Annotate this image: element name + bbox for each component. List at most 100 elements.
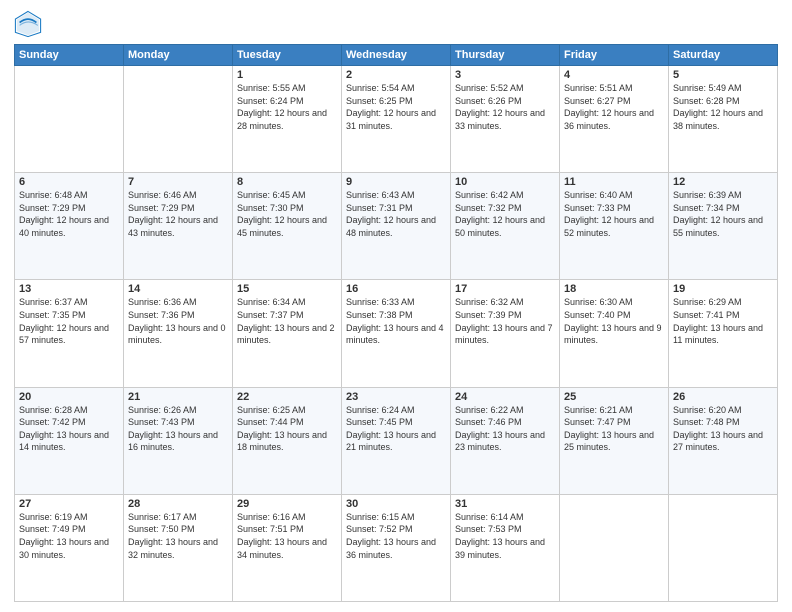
- calendar-week-5: 27Sunrise: 6:19 AM Sunset: 7:49 PM Dayli…: [15, 494, 778, 601]
- day-number: 8: [237, 176, 337, 188]
- calendar-cell: 15Sunrise: 6:34 AM Sunset: 7:37 PM Dayli…: [233, 280, 342, 387]
- calendar-header-monday: Monday: [124, 45, 233, 66]
- day-info: Sunrise: 6:29 AM Sunset: 7:41 PM Dayligh…: [673, 296, 773, 346]
- day-number: 30: [346, 498, 446, 510]
- day-number: 20: [19, 391, 119, 403]
- logo-icon: [14, 10, 42, 38]
- calendar-header-tuesday: Tuesday: [233, 45, 342, 66]
- day-info: Sunrise: 6:37 AM Sunset: 7:35 PM Dayligh…: [19, 296, 119, 346]
- day-number: 12: [673, 176, 773, 188]
- calendar-week-2: 6Sunrise: 6:48 AM Sunset: 7:29 PM Daylig…: [15, 173, 778, 280]
- calendar-cell: 28Sunrise: 6:17 AM Sunset: 7:50 PM Dayli…: [124, 494, 233, 601]
- calendar-cell: 13Sunrise: 6:37 AM Sunset: 7:35 PM Dayli…: [15, 280, 124, 387]
- calendar-header-sunday: Sunday: [15, 45, 124, 66]
- day-info: Sunrise: 6:40 AM Sunset: 7:33 PM Dayligh…: [564, 189, 664, 239]
- day-info: Sunrise: 6:32 AM Sunset: 7:39 PM Dayligh…: [455, 296, 555, 346]
- day-number: 24: [455, 391, 555, 403]
- day-number: 26: [673, 391, 773, 403]
- day-number: 28: [128, 498, 228, 510]
- calendar-cell: 2Sunrise: 5:54 AM Sunset: 6:25 PM Daylig…: [342, 66, 451, 173]
- calendar-week-3: 13Sunrise: 6:37 AM Sunset: 7:35 PM Dayli…: [15, 280, 778, 387]
- calendar-cell: 11Sunrise: 6:40 AM Sunset: 7:33 PM Dayli…: [560, 173, 669, 280]
- calendar-cell: 26Sunrise: 6:20 AM Sunset: 7:48 PM Dayli…: [669, 387, 778, 494]
- calendar-cell: 19Sunrise: 6:29 AM Sunset: 7:41 PM Dayli…: [669, 280, 778, 387]
- day-number: 1: [237, 69, 337, 81]
- calendar-header-wednesday: Wednesday: [342, 45, 451, 66]
- calendar-week-4: 20Sunrise: 6:28 AM Sunset: 7:42 PM Dayli…: [15, 387, 778, 494]
- day-info: Sunrise: 6:36 AM Sunset: 7:36 PM Dayligh…: [128, 296, 228, 346]
- calendar-cell: 10Sunrise: 6:42 AM Sunset: 7:32 PM Dayli…: [451, 173, 560, 280]
- day-info: Sunrise: 6:45 AM Sunset: 7:30 PM Dayligh…: [237, 189, 337, 239]
- calendar-header-thursday: Thursday: [451, 45, 560, 66]
- calendar-cell: 3Sunrise: 5:52 AM Sunset: 6:26 PM Daylig…: [451, 66, 560, 173]
- calendar-header-row: SundayMondayTuesdayWednesdayThursdayFrid…: [15, 45, 778, 66]
- day-info: Sunrise: 6:48 AM Sunset: 7:29 PM Dayligh…: [19, 189, 119, 239]
- calendar-cell: 22Sunrise: 6:25 AM Sunset: 7:44 PM Dayli…: [233, 387, 342, 494]
- calendar-week-1: 1Sunrise: 5:55 AM Sunset: 6:24 PM Daylig…: [15, 66, 778, 173]
- day-info: Sunrise: 5:49 AM Sunset: 6:28 PM Dayligh…: [673, 82, 773, 132]
- day-number: 15: [237, 283, 337, 295]
- calendar-cell: [124, 66, 233, 173]
- day-info: Sunrise: 6:20 AM Sunset: 7:48 PM Dayligh…: [673, 404, 773, 454]
- calendar-cell: 18Sunrise: 6:30 AM Sunset: 7:40 PM Dayli…: [560, 280, 669, 387]
- calendar-cell: 12Sunrise: 6:39 AM Sunset: 7:34 PM Dayli…: [669, 173, 778, 280]
- day-info: Sunrise: 6:42 AM Sunset: 7:32 PM Dayligh…: [455, 189, 555, 239]
- day-info: Sunrise: 6:33 AM Sunset: 7:38 PM Dayligh…: [346, 296, 446, 346]
- day-number: 17: [455, 283, 555, 295]
- day-info: Sunrise: 6:22 AM Sunset: 7:46 PM Dayligh…: [455, 404, 555, 454]
- day-number: 31: [455, 498, 555, 510]
- calendar-cell: 16Sunrise: 6:33 AM Sunset: 7:38 PM Dayli…: [342, 280, 451, 387]
- day-number: 11: [564, 176, 664, 188]
- day-info: Sunrise: 6:28 AM Sunset: 7:42 PM Dayligh…: [19, 404, 119, 454]
- calendar-cell: 1Sunrise: 5:55 AM Sunset: 6:24 PM Daylig…: [233, 66, 342, 173]
- day-number: 23: [346, 391, 446, 403]
- day-info: Sunrise: 6:26 AM Sunset: 7:43 PM Dayligh…: [128, 404, 228, 454]
- calendar-cell: [669, 494, 778, 601]
- logo: [14, 10, 46, 38]
- calendar-cell: 5Sunrise: 5:49 AM Sunset: 6:28 PM Daylig…: [669, 66, 778, 173]
- calendar-cell: 24Sunrise: 6:22 AM Sunset: 7:46 PM Dayli…: [451, 387, 560, 494]
- day-number: 18: [564, 283, 664, 295]
- day-info: Sunrise: 6:15 AM Sunset: 7:52 PM Dayligh…: [346, 511, 446, 561]
- header: [14, 10, 778, 38]
- day-number: 5: [673, 69, 773, 81]
- calendar-cell: 6Sunrise: 6:48 AM Sunset: 7:29 PM Daylig…: [15, 173, 124, 280]
- calendar-table: SundayMondayTuesdayWednesdayThursdayFrid…: [14, 44, 778, 602]
- calendar-cell: 29Sunrise: 6:16 AM Sunset: 7:51 PM Dayli…: [233, 494, 342, 601]
- day-info: Sunrise: 5:54 AM Sunset: 6:25 PM Dayligh…: [346, 82, 446, 132]
- calendar-cell: 4Sunrise: 5:51 AM Sunset: 6:27 PM Daylig…: [560, 66, 669, 173]
- day-number: 14: [128, 283, 228, 295]
- day-number: 4: [564, 69, 664, 81]
- calendar-cell: 7Sunrise: 6:46 AM Sunset: 7:29 PM Daylig…: [124, 173, 233, 280]
- day-number: 9: [346, 176, 446, 188]
- day-info: Sunrise: 6:16 AM Sunset: 7:51 PM Dayligh…: [237, 511, 337, 561]
- calendar-cell: 21Sunrise: 6:26 AM Sunset: 7:43 PM Dayli…: [124, 387, 233, 494]
- day-number: 7: [128, 176, 228, 188]
- day-number: 27: [19, 498, 119, 510]
- day-info: Sunrise: 6:34 AM Sunset: 7:37 PM Dayligh…: [237, 296, 337, 346]
- calendar-cell: 20Sunrise: 6:28 AM Sunset: 7:42 PM Dayli…: [15, 387, 124, 494]
- day-number: 16: [346, 283, 446, 295]
- day-number: 3: [455, 69, 555, 81]
- day-info: Sunrise: 6:21 AM Sunset: 7:47 PM Dayligh…: [564, 404, 664, 454]
- calendar-cell: [15, 66, 124, 173]
- day-number: 25: [564, 391, 664, 403]
- calendar-cell: 9Sunrise: 6:43 AM Sunset: 7:31 PM Daylig…: [342, 173, 451, 280]
- day-number: 10: [455, 176, 555, 188]
- day-info: Sunrise: 6:24 AM Sunset: 7:45 PM Dayligh…: [346, 404, 446, 454]
- day-info: Sunrise: 6:30 AM Sunset: 7:40 PM Dayligh…: [564, 296, 664, 346]
- day-info: Sunrise: 6:14 AM Sunset: 7:53 PM Dayligh…: [455, 511, 555, 561]
- calendar-cell: 17Sunrise: 6:32 AM Sunset: 7:39 PM Dayli…: [451, 280, 560, 387]
- day-info: Sunrise: 5:55 AM Sunset: 6:24 PM Dayligh…: [237, 82, 337, 132]
- calendar-cell: 25Sunrise: 6:21 AM Sunset: 7:47 PM Dayli…: [560, 387, 669, 494]
- day-info: Sunrise: 6:17 AM Sunset: 7:50 PM Dayligh…: [128, 511, 228, 561]
- day-number: 19: [673, 283, 773, 295]
- calendar-cell: 30Sunrise: 6:15 AM Sunset: 7:52 PM Dayli…: [342, 494, 451, 601]
- calendar-cell: 31Sunrise: 6:14 AM Sunset: 7:53 PM Dayli…: [451, 494, 560, 601]
- day-number: 22: [237, 391, 337, 403]
- calendar-header-saturday: Saturday: [669, 45, 778, 66]
- day-info: Sunrise: 6:43 AM Sunset: 7:31 PM Dayligh…: [346, 189, 446, 239]
- day-info: Sunrise: 6:25 AM Sunset: 7:44 PM Dayligh…: [237, 404, 337, 454]
- day-number: 2: [346, 69, 446, 81]
- calendar-cell: [560, 494, 669, 601]
